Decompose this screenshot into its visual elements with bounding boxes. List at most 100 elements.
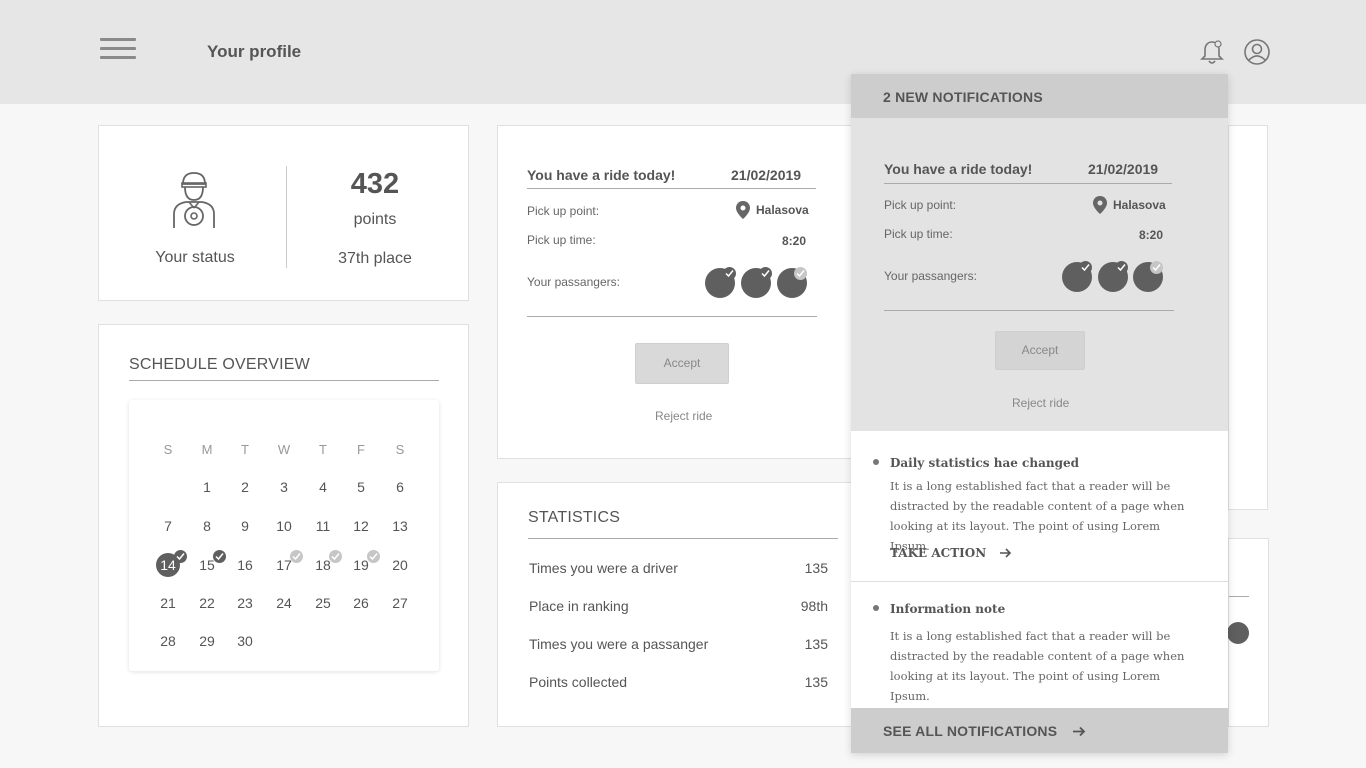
divider [286, 166, 287, 268]
pickup-time-value: 8:20 [782, 234, 807, 248]
pickup-time-label: Pick up time: [884, 227, 953, 241]
check-icon [367, 550, 380, 563]
calendar-day[interactable]: 5 [346, 475, 376, 499]
schedule-title: SCHEDULE OVERVIEW [129, 356, 310, 373]
hamburger-menu-icon[interactable] [100, 38, 136, 66]
stat-label: Place in ranking [529, 598, 629, 614]
take-action-label: TAKE ACTION [890, 546, 987, 560]
calendar-day[interactable]: 26 [346, 591, 376, 615]
weekday-label: S [163, 442, 173, 457]
calendar-day[interactable]: 25 [308, 591, 338, 615]
check-icon [723, 267, 736, 280]
weekday-label: T [319, 442, 327, 457]
ride-heading: You have a ride today! [527, 167, 676, 183]
check-icon [290, 550, 303, 563]
unread-dot [873, 459, 879, 465]
calendar-day[interactable]: 3 [269, 475, 299, 499]
reject-ride-link[interactable]: Reject ride [655, 409, 712, 423]
arrow-right-icon [1000, 548, 1012, 558]
divider [1229, 596, 1249, 597]
divider [527, 188, 816, 189]
divider [884, 183, 1172, 184]
calendar-day[interactable]: 30 [230, 629, 260, 653]
calendar-day[interactable]: 13 [385, 514, 415, 538]
notifications-header: 2 NEW NOTIFICATIONS [851, 74, 1228, 118]
calendar-day[interactable]: 29 [192, 629, 222, 653]
points-label: points [353, 211, 397, 228]
stat-label: Points collected [529, 674, 628, 690]
avatar [1227, 622, 1249, 644]
pickup-point-label: Pick up point: [884, 198, 957, 212]
see-all-notifications-button[interactable]: SEE ALL NOTIFICATIONS [851, 708, 1228, 753]
calendar-day[interactable]: 4 [308, 475, 338, 499]
calendar-day[interactable]: 12 [346, 514, 376, 538]
calendar-day[interactable]: 6 [385, 475, 415, 499]
ride-date: 21/02/2019 [731, 167, 802, 183]
schedule-card: SCHEDULE OVERVIEW S M T W T F S 1 2 3 4 5 6 7 8 9 10 11 12… [98, 324, 469, 727]
calendar-day[interactable]: 10 [269, 514, 299, 538]
notifications-count: 2 NEW NOTIFICATIONS [883, 89, 1043, 105]
calendar-day[interactable]: 9 [230, 514, 260, 538]
calendar: S M T W T F S 1 2 3 4 5 6 7 8 9 10 11 12 13 14 15 16 17 18 19 20 21… [129, 400, 439, 671]
unread-dot [873, 605, 879, 611]
check-icon [1150, 261, 1163, 274]
check-icon [759, 267, 772, 280]
status-card: Your status 432 points 37th place [98, 125, 469, 301]
calendar-day[interactable]: 27 [385, 591, 415, 615]
pickup-point-value: Halasova [1113, 198, 1166, 212]
user-avatar-icon[interactable] [1243, 38, 1271, 66]
check-icon [174, 550, 187, 563]
weekday-label: S [395, 442, 405, 457]
location-pin-icon [1093, 196, 1107, 214]
stat-value: 98th [800, 598, 828, 614]
calendar-day[interactable]: 1 [192, 475, 222, 499]
divider [527, 316, 817, 317]
calendar-day[interactable]: 16 [230, 553, 260, 577]
check-icon [213, 550, 226, 563]
statistics-card: STATISTICS Times you were a driver 135 P… [497, 482, 897, 727]
calendar-day[interactable]: 2 [230, 475, 260, 499]
calendar-day[interactable]: 28 [153, 629, 183, 653]
weekday-label: W [277, 442, 291, 457]
divider [851, 581, 1228, 582]
arrow-right-icon [1073, 726, 1086, 737]
points-value: 432 [350, 168, 400, 200]
reject-ride-link[interactable]: Reject ride [1012, 396, 1069, 410]
calendar-day[interactable]: 23 [230, 591, 260, 615]
statistics-title: STATISTICS [528, 509, 621, 526]
notification-title: Daily statistics hae changed [890, 456, 1079, 470]
stat-label: Times you were a driver [529, 560, 678, 576]
ride-heading: You have a ride today! [884, 161, 1033, 177]
notifications-panel: 2 NEW NOTIFICATIONS You have a ride toda… [851, 74, 1228, 753]
divider [129, 380, 439, 381]
pickup-point-label: Pick up point: [527, 204, 600, 218]
accept-button[interactable]: Accept [995, 331, 1085, 370]
accept-button[interactable]: Accept [635, 343, 729, 384]
calendar-day[interactable]: 11 [308, 514, 338, 538]
background-card [1228, 125, 1268, 510]
check-icon [1115, 261, 1128, 274]
notification-title: Information note [890, 602, 1006, 616]
check-icon [794, 267, 807, 280]
stat-value: 135 [804, 636, 828, 652]
calendar-day[interactable]: 22 [192, 591, 222, 615]
calendar-day[interactable]: 24 [269, 591, 299, 615]
calendar-day[interactable]: 8 [192, 514, 222, 538]
calendar-day[interactable]: 21 [153, 591, 183, 615]
check-icon [329, 550, 342, 563]
see-all-text: SEE ALL NOTIFICATIONS [883, 723, 1058, 739]
notification-body: It is a long established fact that a rea… [890, 629, 1185, 703]
stat-label: Times you were a passanger [529, 636, 709, 652]
ride-card: You have a ride today! 21/02/2019 Pick u… [497, 125, 897, 459]
weekday-label: F [357, 442, 365, 457]
pickup-time-value: 8:20 [1139, 228, 1164, 242]
divider [528, 538, 838, 539]
driver-icon [170, 170, 218, 230]
take-action-link[interactable]: TAKE ACTION [890, 546, 1012, 560]
calendar-day[interactable]: 20 [385, 553, 415, 577]
calendar-day[interactable]: 7 [153, 514, 183, 538]
bell-icon[interactable] [1198, 38, 1226, 66]
see-all-label: SEE ALL NOTIFICATIONS [883, 723, 1086, 739]
ranking-place: 37th place [338, 250, 412, 267]
ride-date: 21/02/2019 [1088, 161, 1159, 177]
